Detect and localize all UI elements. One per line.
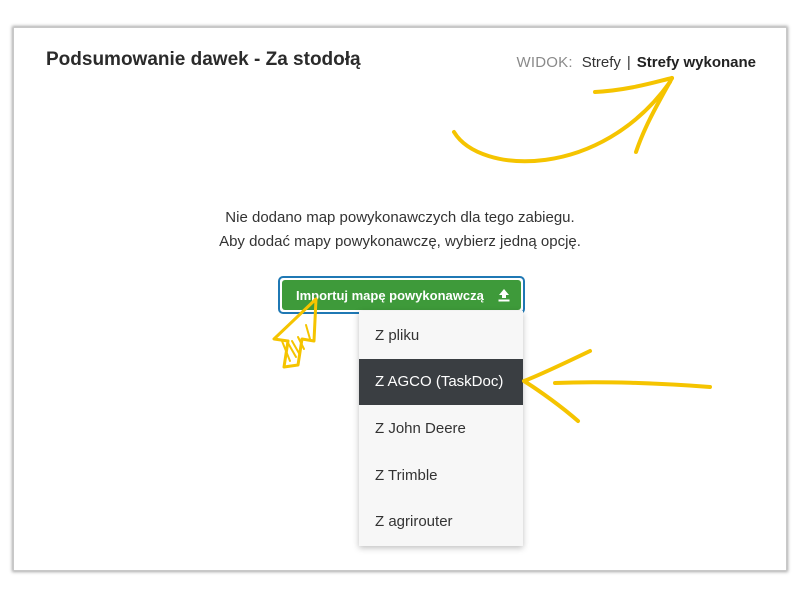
view-option-strefy-wykonane[interactable]: Strefy wykonane (637, 54, 756, 71)
import-source-menu: Z pliku Z AGCO (TaskDoc) Z John Deere Z … (359, 311, 523, 546)
menu-item-from-agco[interactable]: Z AGCO (TaskDoc) (359, 358, 523, 406)
message-line-2: Aby dodać mapy powykonawczę, wybierz jed… (219, 233, 581, 250)
summary-panel: Podsumowanie dawek - Za stodołą WIDOK: S… (13, 27, 787, 571)
menu-item-from-file[interactable]: Z pliku (359, 312, 523, 359)
page-title: Podsumowanie dawek - Za stodołą (46, 49, 361, 70)
import-button-focus-ring: Importuj mapę powykonawczą (278, 276, 525, 314)
message-line-1: Nie dodano map powykonawczych dla tego z… (225, 209, 575, 226)
empty-state-message: Nie dodano map powykonawczych dla tego z… (14, 206, 786, 254)
view-option-strefy[interactable]: Strefy (582, 54, 621, 71)
menu-item-from-john-deere[interactable]: Z John Deere (359, 405, 523, 452)
import-map-button[interactable]: Importuj mapę powykonawczą (282, 280, 521, 310)
upload-icon (498, 289, 510, 302)
menu-item-from-agrirouter[interactable]: Z agrirouter (359, 498, 523, 545)
view-label: WIDOK: (516, 54, 573, 71)
import-button-label: Importuj mapę powykonawczą (296, 287, 484, 303)
view-separator: | (626, 54, 631, 71)
view-switcher: WIDOK: Strefy | Strefy wykonane (516, 54, 756, 71)
menu-item-from-trimble[interactable]: Z Trimble (359, 452, 523, 499)
